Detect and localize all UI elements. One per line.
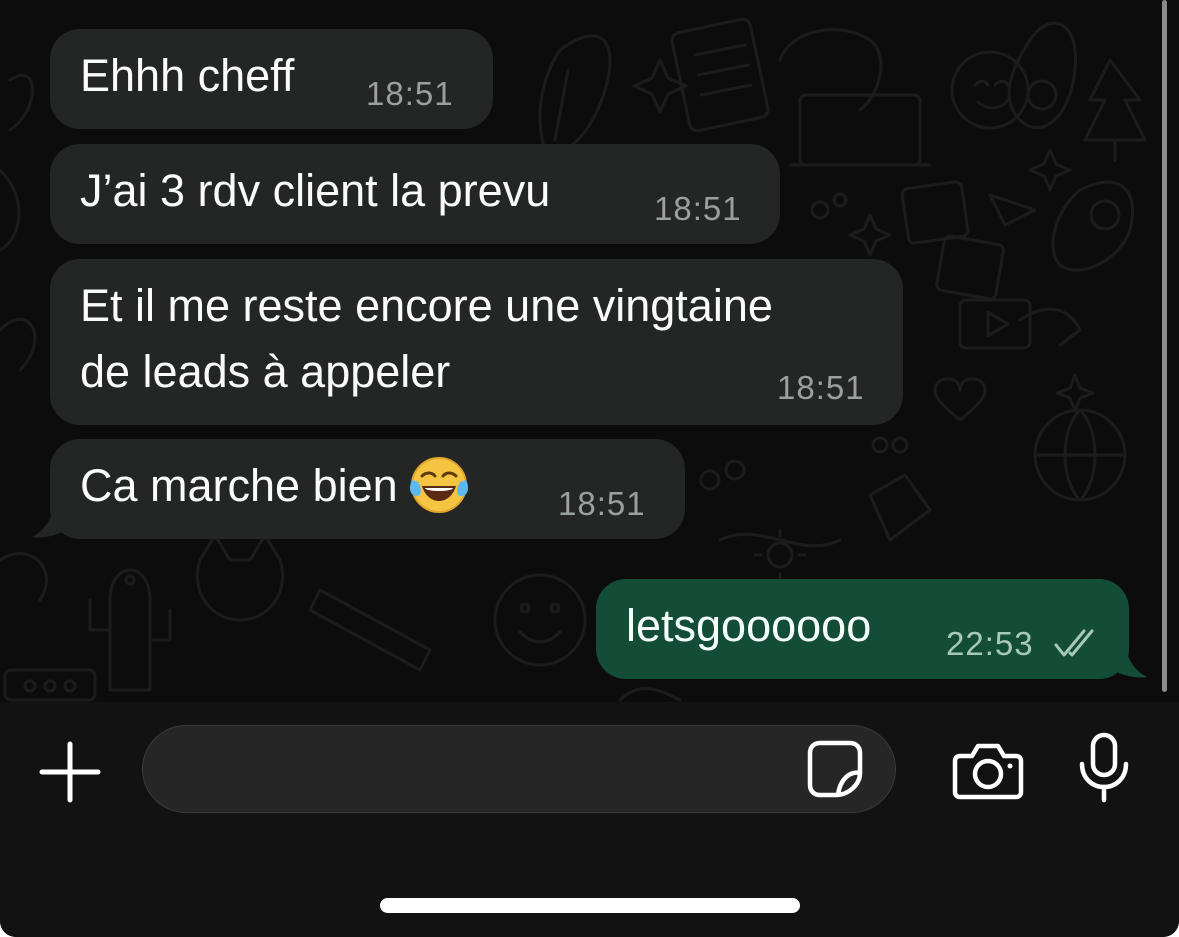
message-text: Et il me reste encore une vingtaine (80, 280, 773, 331)
message-timestamp: 18:51 (777, 369, 865, 406)
message-input[interactable] (173, 726, 797, 814)
plus-icon[interactable] (38, 740, 102, 804)
sticker-icon[interactable] (806, 739, 864, 799)
incoming-message[interactable]: Et il me reste encore une vingtaine de l… (50, 259, 903, 425)
scrollbar[interactable] (1162, 0, 1167, 692)
microphone-icon[interactable] (1078, 732, 1130, 804)
message-list[interactable]: Ehhh cheff 18:51 J’ai 3 rdv client la pr… (0, 0, 1179, 702)
incoming-message[interactable]: J’ai 3 rdv client la prevu 18:51 (50, 144, 780, 244)
message-timestamp: 18:51 (654, 190, 742, 227)
message-text: J’ai 3 rdv client la prevu (80, 165, 551, 216)
face-with-tears-of-joy-icon (409, 457, 468, 514)
message-text: de leads à appeler (80, 346, 451, 397)
incoming-message[interactable]: Ehhh cheff 18:51 (50, 29, 493, 129)
message-timestamp: 18:51 (558, 485, 646, 522)
message-text: letsgoooooo (626, 600, 872, 651)
message-text: Ehhh cheff (80, 50, 295, 101)
message-text: Ca marche bien (80, 453, 470, 519)
home-indicator[interactable] (380, 898, 800, 913)
chat-screen: Ehhh cheff 18:51 J’ai 3 rdv client la pr… (0, 0, 1179, 937)
message-text-content: Ca marche bien (80, 460, 398, 511)
double-check-read-icon (1054, 629, 1094, 657)
message-timestamp: 18:51 (366, 75, 454, 112)
incoming-message[interactable]: Ca marche bien 18:51 (50, 439, 685, 539)
outgoing-message[interactable]: letsgoooooo 22:53 (596, 579, 1129, 679)
camera-icon[interactable] (952, 740, 1024, 800)
message-input-box[interactable] (142, 725, 896, 814)
message-timestamp: 22:53 (946, 625, 1034, 662)
